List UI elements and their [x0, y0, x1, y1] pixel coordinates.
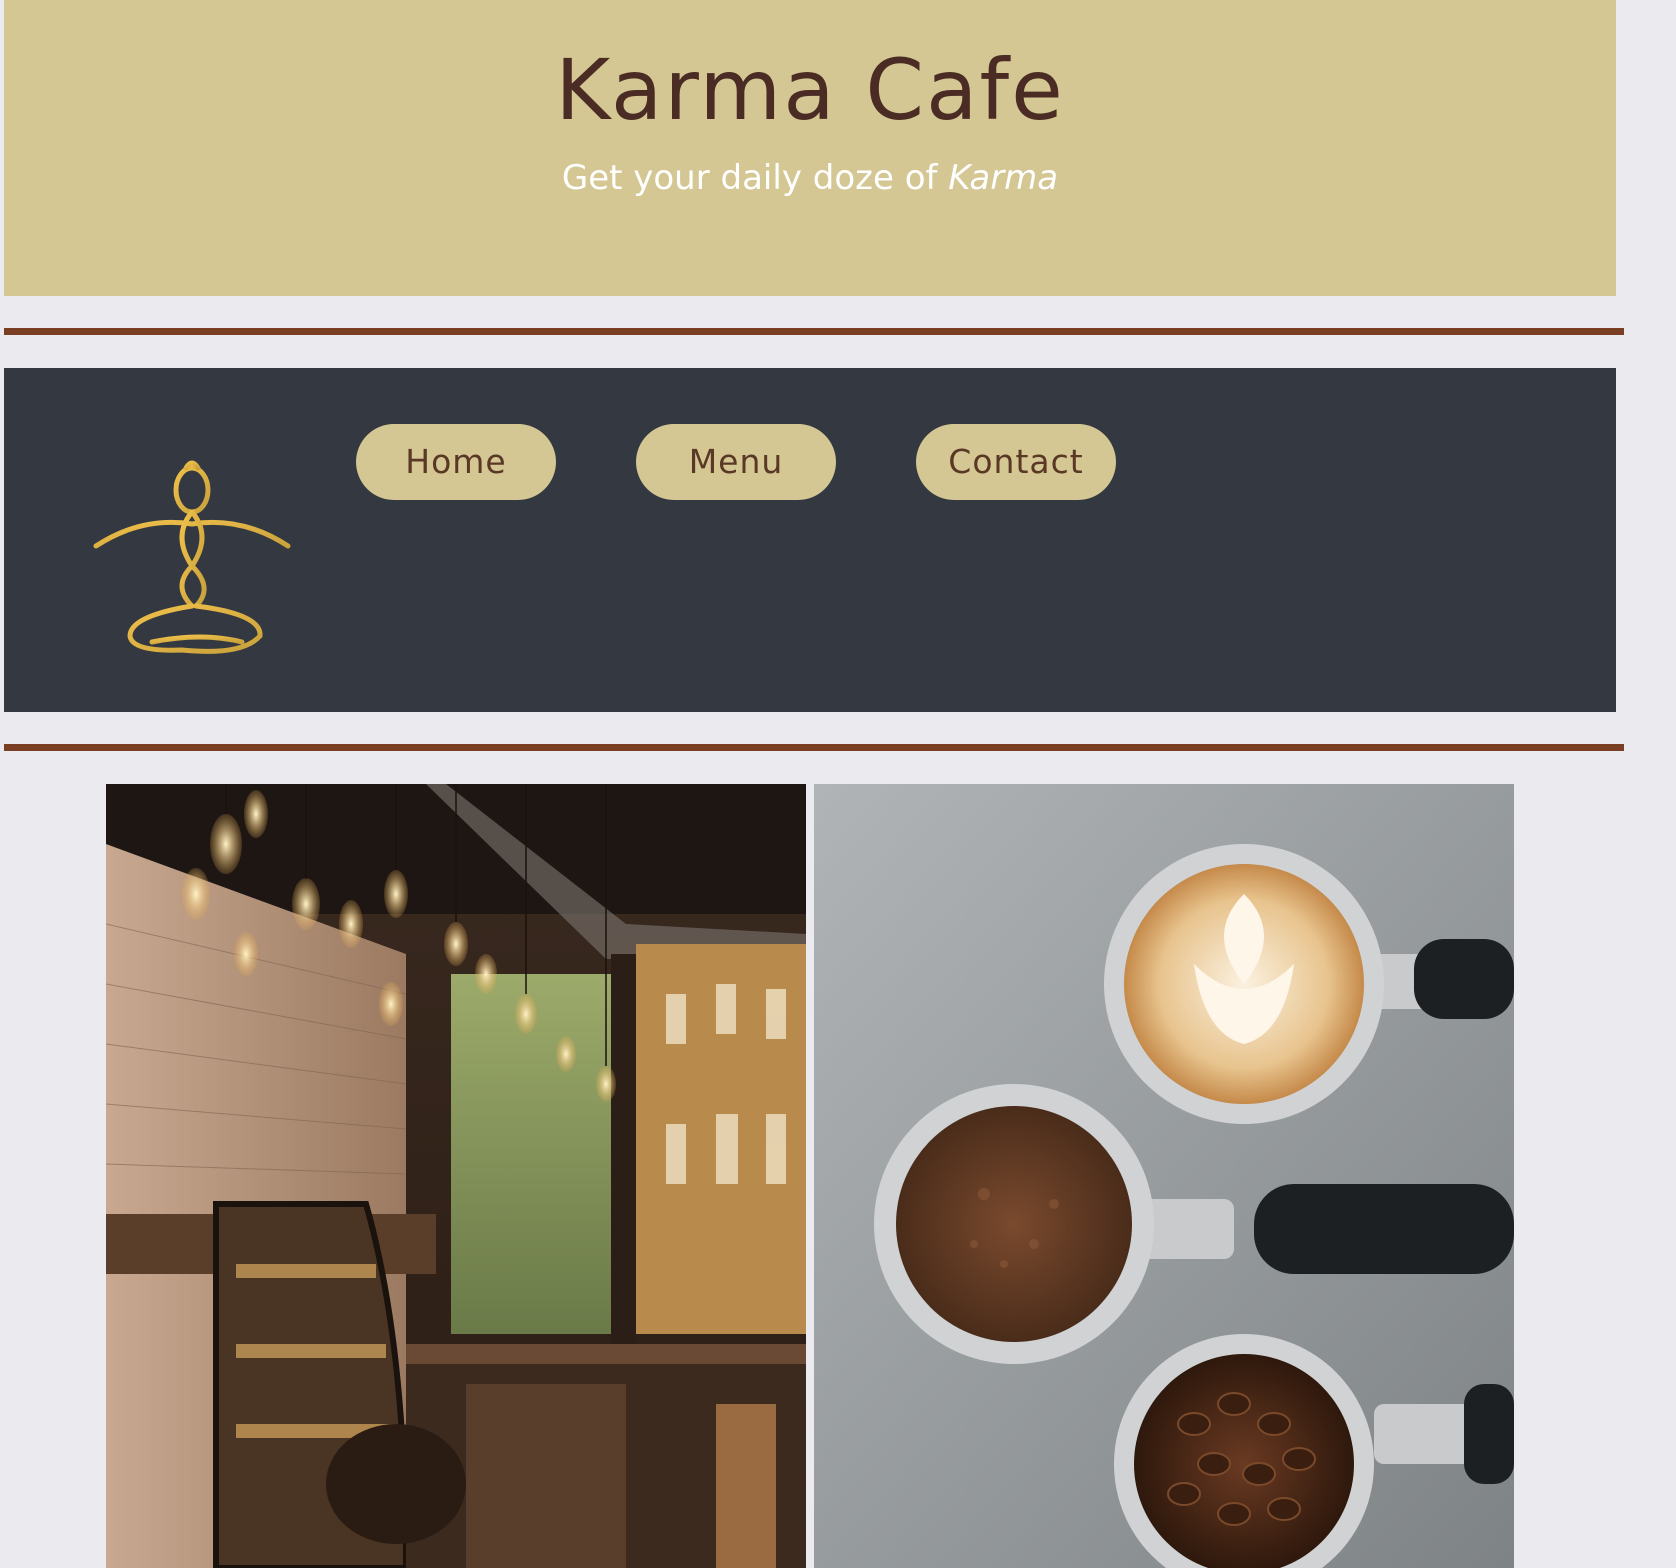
nav-home-button[interactable]: Home [356, 424, 556, 500]
site-tagline: Get your daily doze of Karma [4, 156, 1616, 200]
nav-menu-button[interactable]: Menu [636, 424, 836, 500]
meditation-logo-icon [92, 446, 302, 656]
tagline-text: Get your daily doze of [561, 158, 949, 198]
nav-contact-button[interactable]: Contact [916, 424, 1116, 500]
divider-bottom [4, 744, 1624, 751]
tagline-emphasis: Karma [948, 158, 1059, 198]
navigation-bar: Home Menu Contact [4, 368, 1616, 712]
divider-top [4, 328, 1624, 335]
site-title: Karma Cafe [555, 41, 1065, 139]
page: Karma Cafe Get your daily doze of Karma [0, 0, 1676, 1568]
cafe-interior-image [106, 784, 806, 1568]
site-header: Karma Cafe Get your daily doze of Karma [4, 0, 1616, 296]
espresso-portafilters-image [814, 784, 1514, 1568]
